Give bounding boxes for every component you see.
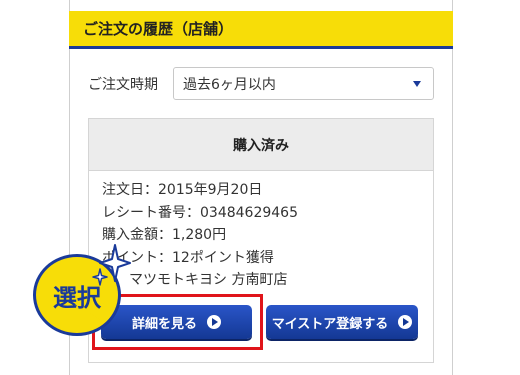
chevron-down-icon bbox=[413, 81, 421, 87]
receipt-number: レシート番号：03484629465 bbox=[102, 204, 298, 221]
order-status: 購入済み bbox=[89, 119, 433, 171]
points-text: イント：12ポイント獲得 bbox=[116, 249, 274, 266]
register-mystore-label: マイストア登録する bbox=[271, 316, 389, 332]
callout-tail-fill bbox=[90, 313, 102, 326]
order-period-select[interactable]: 過去6ヶ月以内 bbox=[173, 67, 434, 100]
play-circle-icon bbox=[398, 315, 413, 329]
order-period-value: 過去6ヶ月以内 bbox=[183, 76, 276, 93]
order-period-label: ご注文時期 bbox=[88, 77, 158, 93]
page-title: ご注文の履歴（店舗） bbox=[69, 11, 453, 49]
register-mystore-button[interactable]: マイストア登録する bbox=[266, 305, 418, 339]
sparkle-small-icon bbox=[92, 268, 108, 286]
order-date: 注文日：2015年9月20日 bbox=[102, 182, 263, 198]
